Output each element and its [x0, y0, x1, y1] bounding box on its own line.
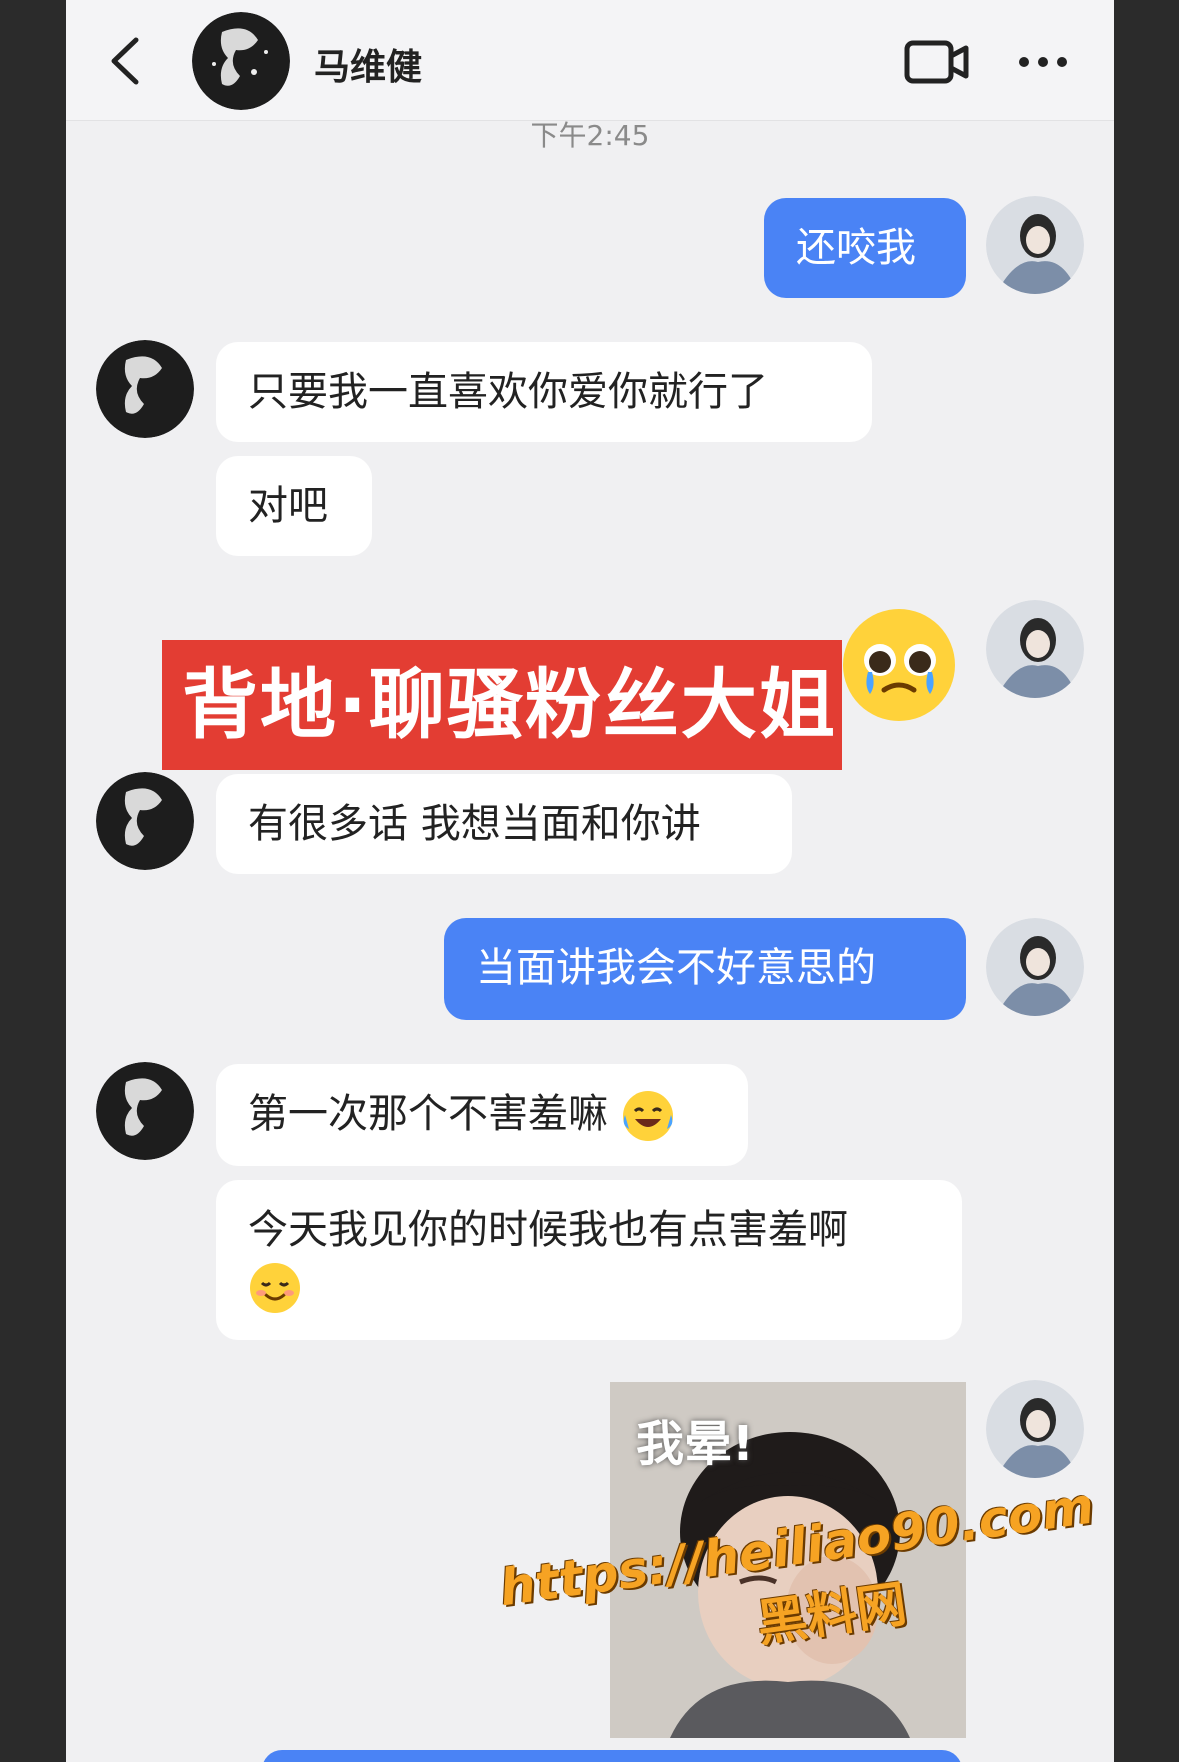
overlay-banner: 背地·聊骚粉丝大姐	[162, 640, 842, 770]
contact-name[interactable]: 马维健	[314, 38, 422, 90]
message-bubble-incoming[interactable]: 第一次那个不害羞嘛	[216, 1064, 748, 1166]
more-icon[interactable]	[1016, 50, 1070, 74]
sticker-caption: 我晕!	[636, 1416, 754, 1472]
contact-avatar[interactable]	[96, 340, 194, 438]
message-bubble-incoming[interactable]: 只要我一直喜欢你爱你就行了	[216, 342, 872, 442]
message-bubble-outgoing[interactable]: 当面讲我会不好意思的	[444, 918, 966, 1020]
contact-avatar[interactable]	[192, 12, 290, 110]
timestamp: 下午2:45	[530, 119, 650, 152]
video-call-icon[interactable]	[904, 40, 970, 84]
self-avatar[interactable]	[986, 1380, 1084, 1478]
message-bubble-incoming[interactable]: 今天我见你的时候我也有点害羞啊	[216, 1180, 962, 1340]
message-bubble-outgoing-partial[interactable]	[262, 1750, 962, 1762]
message-bubble-outgoing[interactable]: 还咬我	[764, 198, 966, 298]
self-avatar[interactable]	[986, 196, 1084, 294]
message-text: 今天我见你的时候我也有点害羞啊	[248, 1207, 848, 1253]
chevron-left-icon[interactable]	[102, 34, 152, 88]
message-bubble-incoming[interactable]: 有很多话 我想当面和你讲	[216, 774, 792, 874]
self-avatar[interactable]	[986, 600, 1084, 698]
contact-avatar[interactable]	[96, 1062, 194, 1160]
message-bubble-incoming[interactable]: 对吧	[216, 456, 372, 556]
laughing-crying-face-icon	[622, 1091, 673, 1141]
contact-avatar[interactable]	[96, 772, 194, 870]
pleading-crying-face-icon[interactable]	[840, 606, 958, 724]
chat-header: 马维健	[66, 0, 1114, 121]
message-text: 第一次那个不害羞嘛	[248, 1091, 608, 1137]
self-avatar[interactable]	[986, 918, 1084, 1016]
smiling-blushing-face-icon	[250, 1263, 300, 1313]
